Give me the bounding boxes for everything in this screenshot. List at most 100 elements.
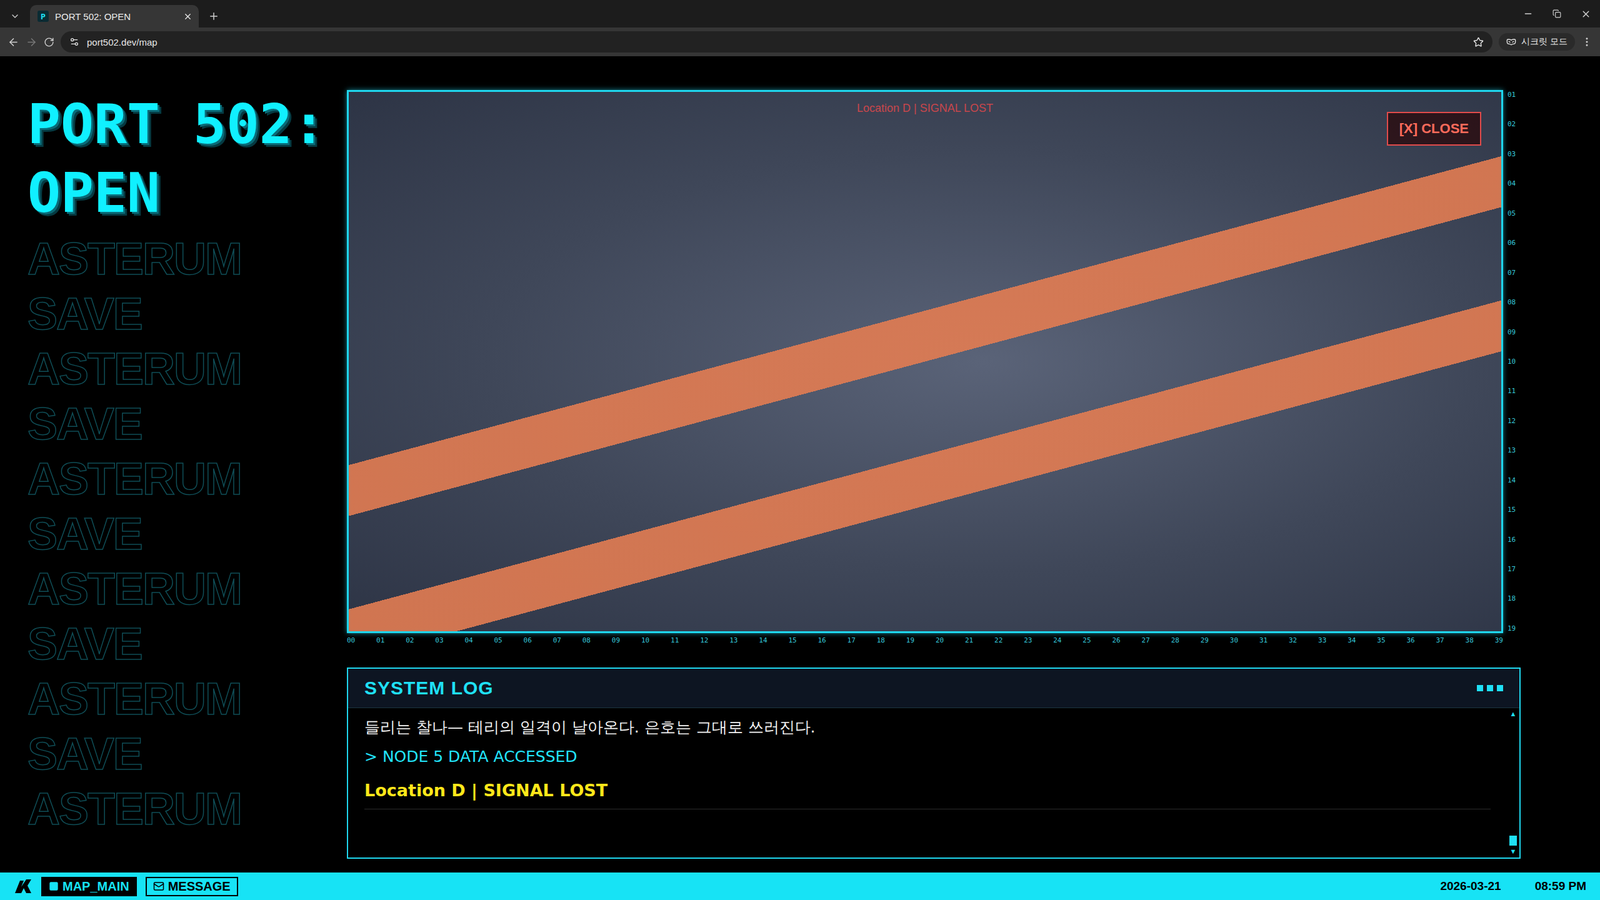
ruler-tick: 08 [1507,298,1521,306]
ruler-tick: 06 [523,636,532,644]
log-entry: > NODE 5 DATA ACCESSED [364,747,1491,766]
incognito-label: 시크릿 모드 [1521,36,1568,48]
log-header: SYSTEM LOG [348,668,1520,709]
reload-icon[interactable] [43,36,55,48]
ruler-tick: 19 [1507,625,1521,632]
ruler-tick: 01 [1507,91,1521,99]
restore-button[interactable] [1542,0,1572,28]
ruler-tick: 02 [1507,120,1521,128]
watermark-line: ASTERUM [27,781,347,837]
ruler-tick: 06 [1507,239,1521,247]
status-bar: MAP_MAINMESSAGE2026-03-2108:59 PM [0,872,1600,900]
ruler-tick: 35 [1376,636,1385,644]
envelope-icon [153,880,165,892]
ruler-tick: 17 [1507,565,1521,573]
tab-strip: PPORT 502: OPEN [0,0,1600,28]
log-entry: 들리는 찰나— 테리의 일격이 날아온다. 은호는 그대로 쓰러진다. [364,716,1491,738]
ruler-tick: 25 [1082,636,1091,644]
watermark-line: SAVE [27,286,347,342]
site-settings-icon[interactable] [69,36,80,47]
page: PORT 502: OPENASTERUMSAVEASTERUMSAVEASTE… [0,56,1600,873]
ruler-tick: 15 [1507,506,1521,514]
viewer: Location D | SIGNAL LOST[X] CLOSE0102030… [346,90,1521,644]
status-tab-label: MAP_MAIN [62,879,130,894]
ruler-tick: 30 [1230,636,1239,644]
watermark-line: ASTERUM [27,561,347,617]
ruler-tick: 09 [1507,328,1521,336]
status-tab[interactable]: MAP_MAIN [41,876,137,897]
window-controls [1513,0,1600,28]
ruler-vertical: 01020304050607080910111213141516171819 [1503,90,1521,634]
log-entry: Location D | SIGNAL LOST [364,780,1491,810]
ruler-tick: 10 [641,636,650,644]
sidebar: PORT 502: OPENASTERUMSAVEASTERUMSAVEASTE… [0,90,347,859]
ruler-tick: 04 [464,636,473,644]
watermark-line: ASTERUM [27,231,347,287]
ruler-tick: 09 [611,636,620,644]
ruler-tick: 24 [1053,636,1062,644]
ruler-tick: 13 [729,636,738,644]
ruler-tick: 38 [1465,636,1474,644]
new-tab-button[interactable] [203,5,224,28]
close-button[interactable]: [X] CLOSE [1386,111,1482,146]
tab-search[interactable] [5,5,25,28]
status-tab[interactable]: MESSAGE [145,876,239,897]
logo-icon [13,878,33,895]
incognito-icon [1506,36,1517,47]
scroll-track[interactable] [1509,720,1517,846]
ruler-tick: 32 [1288,636,1297,644]
forward-icon[interactable] [25,36,38,49]
ruler-tick: 33 [1318,636,1327,644]
ruler-horizontal: 0001020304050607080910111213141516171819… [346,633,1504,644]
ruler-tick: 11 [670,636,679,644]
back-icon[interactable] [7,36,20,49]
ruler-tick: 13 [1507,446,1521,454]
address-bar[interactable]: port502.dev/map [60,31,1493,53]
close-icon[interactable] [183,11,193,22]
ruler-tick: 18 [1507,595,1521,602]
url-text: port502.dev/map [86,36,1466,48]
menu-icon[interactable] [1581,36,1593,48]
close-window-button[interactable] [1571,0,1600,28]
watermark-line: ASTERUM [27,671,347,727]
browser-tab[interactable]: PPORT 502: OPEN [30,5,199,28]
ruler-tick: 08 [582,636,591,644]
ruler-tick: 21 [965,636,974,644]
log-body: 들리는 찰나— 테리의 일격이 날아온다. 은호는 그대로 쓰러진다. > NOD… [348,708,1520,858]
ruler-tick: 34 [1347,636,1356,644]
ruler-tick: 16 [818,636,827,644]
ruler-tick: 15 [788,636,797,644]
status-tab-label: MESSAGE [168,879,231,894]
ruler-tick: 03 [1507,150,1521,158]
ruler-tick: 31 [1259,636,1268,644]
watermark-line: SAVE [27,506,347,562]
incognito-chip[interactable]: 시크릿 모드 [1498,33,1575,51]
ruler-tick: 07 [553,636,562,644]
scroll-up[interactable]: ▲ [1510,710,1517,718]
favicon-icon: P [37,10,49,22]
ruler-tick: 37 [1435,636,1444,644]
watermark-line: SAVE [27,616,347,672]
restore-icon [1552,9,1562,19]
ruler-tick: 12 [1507,417,1521,425]
minimize-icon [1523,8,1534,19]
scroll-thumb[interactable] [1509,835,1517,846]
ruler-tick: 03 [435,636,444,644]
ruler-tick: 17 [847,636,856,644]
dots-icon[interactable] [1476,685,1504,692]
ruler-tick: 07 [1507,269,1521,277]
minimize-button[interactable] [1513,0,1543,28]
scroll-down[interactable]: ▼ [1510,848,1517,855]
star-icon[interactable] [1473,36,1484,48]
log-title: SYSTEM LOG [364,677,494,699]
ruler-tick: 14 [758,636,767,644]
ruler-tick: 27 [1141,636,1150,644]
watermark-line: ASTERUM [27,451,347,507]
site-title: PORT 502: OPEN [27,90,340,228]
ruler-tick: 19 [906,636,915,644]
ruler-tick: 12 [700,636,709,644]
scrollbar[interactable]: ▲▼ [1506,708,1520,858]
chevron-down-icon [10,11,20,22]
ruler-tick: 36 [1406,636,1415,644]
watermark: ASTERUMSAVEASTERUMSAVEASTERUMSAVEASTERUM… [27,231,347,837]
